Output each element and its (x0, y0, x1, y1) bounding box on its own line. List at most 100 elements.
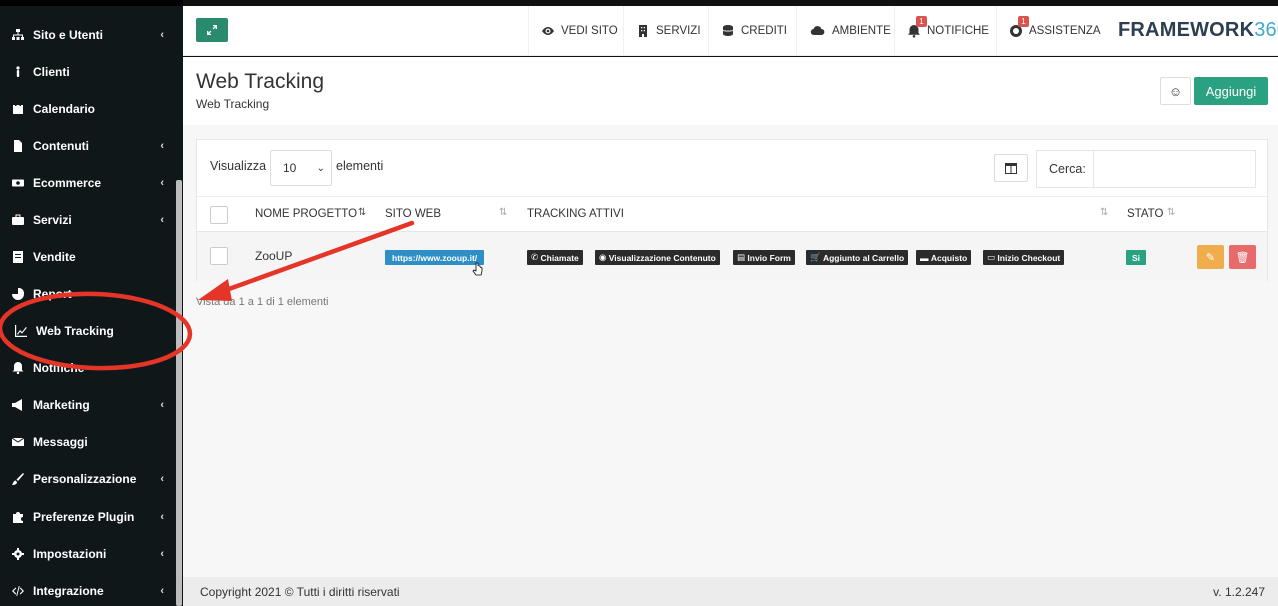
brand-number: 360 (1254, 19, 1278, 41)
receipt-icon (11, 250, 25, 264)
tracking-tag: ▭ Inizio Checkout (983, 250, 1065, 265)
fullscreen-button[interactable] (196, 18, 228, 42)
chevron-left-icon: ‹ (160, 584, 164, 597)
brand-logo[interactable]: FRAMEWORK360 (1118, 19, 1278, 42)
nav-notifiche[interactable]: NOTIFICHE 1 (894, 6, 1001, 56)
notification-badge: 1 (916, 16, 927, 27)
site-link[interactable]: https://www.zooup.it/ (385, 250, 485, 265)
page-title: Web Tracking (196, 70, 324, 93)
chevron-left-icon: ‹ (160, 139, 164, 152)
puzzle-icon (11, 510, 25, 524)
sidebar-item-vendite[interactable]: Vendite (0, 238, 176, 275)
sidebar-item-contenuti[interactable]: Contenuti ‹ (0, 127, 176, 164)
nav-assistenza[interactable]: ASSISTENZA 1 (996, 6, 1113, 56)
bullhorn-icon (11, 398, 25, 412)
brand-text: FRAMEWORK (1118, 19, 1255, 41)
sidebar-item-label: Web Tracking (36, 323, 114, 338)
sidebar-item-calendario[interactable]: Calendario (0, 90, 176, 127)
feedback-button[interactable]: ☺ (1160, 77, 1191, 105)
smile-icon: ☺ (1168, 83, 1183, 99)
sort-icon[interactable]: ⇅ (1100, 207, 1108, 218)
edit-button[interactable]: ✎ (1197, 245, 1224, 269)
search-input[interactable] (1093, 151, 1255, 187)
eye-icon (542, 27, 554, 35)
sort-icon[interactable]: ⇅ (1167, 207, 1175, 218)
sidebar-item-integrazione[interactable]: Integrazione ‹ (0, 572, 176, 606)
sidebar-item-notifiche[interactable]: Notifiche (0, 349, 176, 386)
page-length-suffix: elementi (336, 159, 384, 173)
col-sito-web[interactable]: SITO WEB (385, 208, 441, 220)
chevron-left-icon: ‹ (160, 472, 164, 485)
row-checkbox[interactable] (210, 247, 228, 265)
trash-icon: 🗑 (1235, 251, 1250, 264)
sidebar-item-marketing[interactable]: Marketing ‹ (0, 386, 176, 423)
nav-label: AMBIENTE (832, 25, 891, 37)
chevron-left-icon: ‹ (160, 547, 164, 560)
chevron-down-icon: ⌄ (316, 162, 325, 174)
tracking-tag: 🛒 Aggiunto al Carrello (806, 250, 909, 265)
add-button[interactable]: Aggiungi (1194, 77, 1268, 105)
user-icon (11, 65, 25, 79)
nav-label: VEDI SITO (561, 25, 618, 37)
sidebar-item-label: Integrazione (33, 583, 104, 598)
sidebar-item-clienti[interactable]: Clienti (0, 53, 176, 90)
nav-label: ASSISTENZA (1029, 25, 1101, 37)
sidebar-item-servizi[interactable]: Servizi ‹ (0, 201, 176, 238)
page-breadcrumb: Web Tracking (196, 97, 270, 111)
col-nome-progetto[interactable]: NOME PROGETTO (255, 208, 357, 220)
sort-icon[interactable]: ⇅ (499, 207, 507, 218)
nav-vedi-sito[interactable]: VEDI SITO (528, 6, 630, 56)
tracking-tag: ▤ Invio Form (733, 250, 795, 265)
nav-ambiente[interactable]: AMBIENTE (796, 6, 903, 56)
sidebar-item-label: Contenuti (33, 138, 89, 153)
select-all-checkbox[interactable] (210, 206, 228, 224)
sidebar-item-ecommerce[interactable]: Ecommerce ‹ (0, 164, 176, 201)
credit-card-icon: ▬ (920, 252, 931, 263)
sidebar-item-web-tracking[interactable]: Web Tracking (0, 312, 176, 349)
sidebar-item-personalizzazione[interactable]: Personalizzazione ‹ (0, 460, 176, 497)
tracking-tag: ✆ Chiamate (527, 250, 583, 265)
delete-button[interactable]: 🗑 (1229, 245, 1256, 269)
assistenza-badge: 1 (1018, 16, 1029, 27)
top-navbar: VEDI SITO SERVIZI CREDITI AMBIENTE NOTIF… (183, 6, 1278, 56)
cart-icon: 🛒 (810, 252, 823, 262)
expand-icon (207, 25, 217, 35)
sitemap-icon (11, 28, 25, 42)
sort-desc-icon[interactable]: ⇅ (358, 207, 366, 218)
sidebar-item-label: Clienti (33, 64, 70, 79)
tracking-tag: ▬ Acquisto (916, 250, 972, 265)
sidebar-item-preferenze-plugin[interactable]: Preferenze Plugin ‹ (0, 498, 176, 535)
sidebar-scrollbar[interactable] (176, 180, 182, 606)
table-row: ZooUP https://www.zooup.it/ ✆ Chiamate ◉… (197, 232, 1267, 281)
sidebar-item-sito-utenti[interactable]: Sito e Utenti ‹ (0, 16, 176, 53)
status-badge: Si (1126, 250, 1146, 265)
sidebar-item-label: Notifiche (33, 360, 85, 375)
table-header: NOME PROGETTO ⇅ SITO WEB ⇅ TRACKING ATTI… (197, 196, 1267, 232)
table-panel: Visualizza 10 ⌄ elementi Cerca: NOME PRO… (196, 139, 1268, 281)
coins-icon (722, 25, 734, 36)
columns-toggle-button[interactable] (994, 154, 1028, 182)
sidebar-item-impostazioni[interactable]: Impostazioni ‹ (0, 535, 176, 572)
col-stato[interactable]: STATO (1127, 208, 1163, 220)
sidebar-item-messaggi[interactable]: Messaggi (0, 423, 176, 460)
form-icon: ▤ (737, 252, 748, 262)
col-tracking-attivi[interactable]: TRACKING ATTIVI (527, 208, 624, 220)
nav-label: CREDITI (741, 25, 787, 37)
sidebar-item-label: Servizi (33, 212, 72, 227)
nav-crediti[interactable]: CREDITI (708, 6, 799, 56)
main-content: Web Tracking Web Tracking ☺ Aggiungi Vis… (183, 57, 1278, 577)
pie-chart-icon (11, 287, 25, 301)
chevron-left-icon: ‹ (160, 398, 164, 411)
envelope-icon (11, 435, 25, 449)
tracking-tag: ◉ Visualizzazione Contenuto (595, 250, 720, 265)
page-length-select[interactable]: 10 ⌄ (270, 150, 332, 186)
page-length-value: 10 (283, 161, 297, 175)
cloud-icon (810, 26, 825, 36)
sidebar-item-label: Ecommerce (33, 175, 102, 190)
sidebar-item-label: Calendario (33, 101, 96, 116)
nav-servizi[interactable]: SERVIZI (623, 6, 713, 56)
sidebar-item-report[interactable]: Report (0, 275, 176, 312)
pencil-icon: ✎ (1205, 251, 1216, 264)
file-icon (11, 139, 25, 153)
line-chart-icon (14, 324, 28, 338)
